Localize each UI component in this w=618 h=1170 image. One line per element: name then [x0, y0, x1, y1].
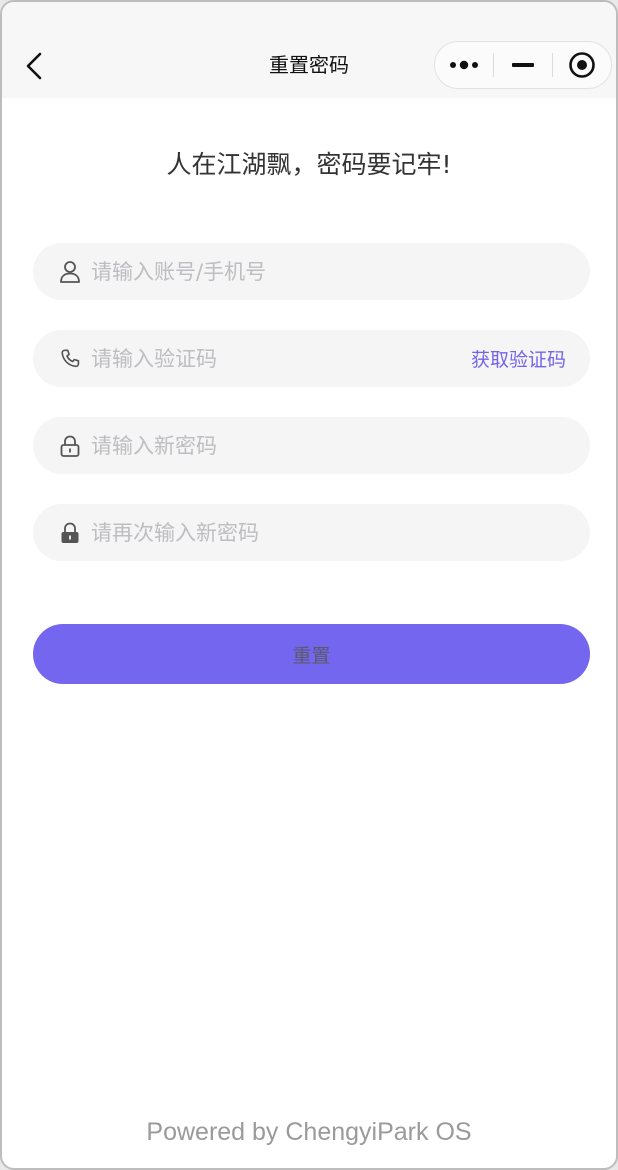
powered-by-footer: Powered by ChengyiPark OS [146, 1118, 472, 1146]
reset-button[interactable]: 重置 [33, 624, 590, 684]
minimize-button[interactable] [494, 42, 552, 88]
account-field[interactable] [33, 243, 590, 300]
phone-icon [59, 347, 81, 371]
new-password-input[interactable] [91, 417, 590, 474]
more-dots-icon [450, 60, 478, 70]
lock-open-icon [59, 434, 81, 458]
app-window: 重置密码 人在江湖飘，密码要记牢! 请输入账号/手机号 请输入验证码 获取验证码… [0, 0, 618, 1170]
verification-code-input[interactable] [91, 330, 471, 387]
close-button[interactable] [553, 42, 611, 88]
confirm-password-input[interactable] [91, 504, 590, 561]
new-password-field[interactable] [33, 417, 590, 474]
verification-code-field[interactable]: 获取验证码 [33, 330, 590, 387]
get-code-button[interactable]: 获取验证码 [471, 345, 566, 372]
confirm-password-field[interactable] [33, 504, 590, 561]
navigation-bar: 重置密码 [2, 2, 616, 98]
slogan-text: 人在江湖飘，密码要记牢! [166, 150, 452, 179]
minimize-icon [512, 63, 534, 67]
user-icon [59, 260, 81, 284]
lock-filled-icon [59, 521, 81, 545]
target-close-icon [569, 52, 595, 78]
more-button[interactable] [435, 42, 493, 88]
mini-program-capsule [434, 41, 612, 89]
account-input[interactable] [91, 243, 590, 300]
